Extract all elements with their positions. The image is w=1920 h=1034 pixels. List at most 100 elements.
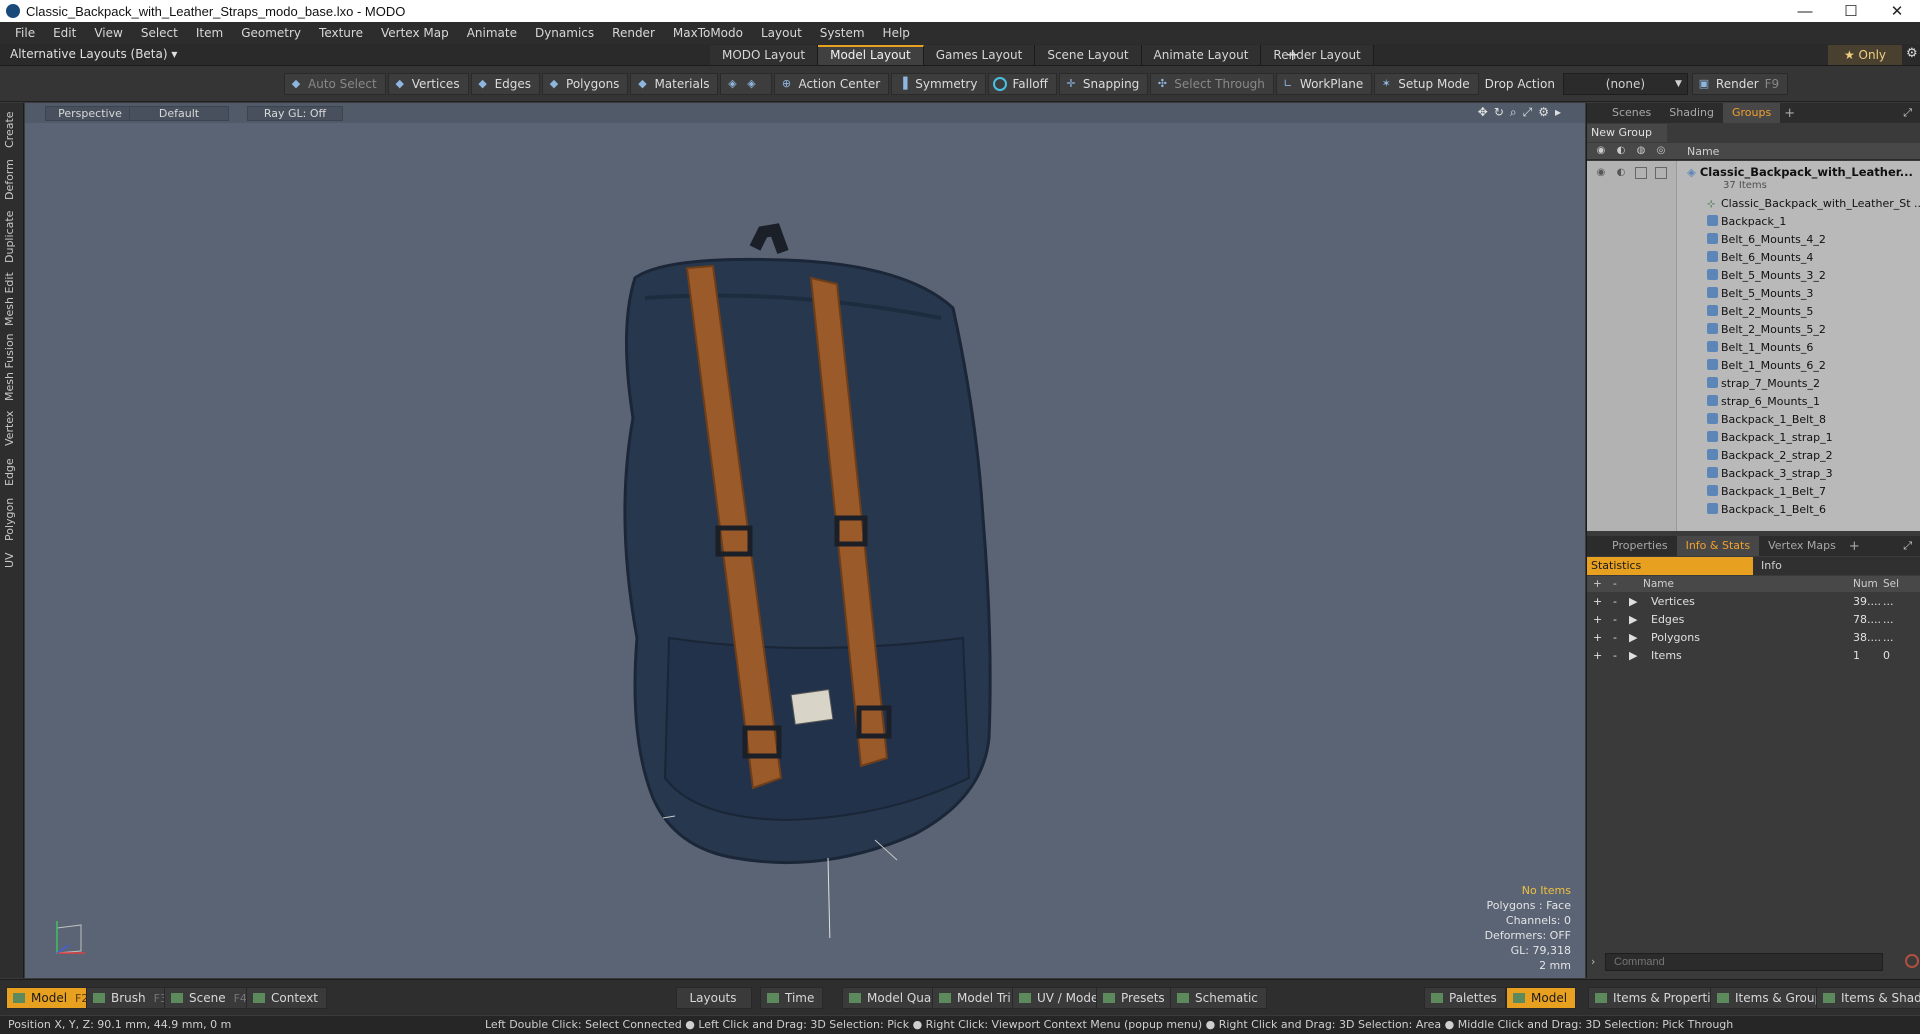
- raygl-toggle[interactable]: Ray GL: Off: [247, 106, 343, 121]
- remove-icon[interactable]: -: [1613, 595, 1617, 608]
- list-item[interactable]: Belt_1_Mounts_6: [1707, 339, 1813, 357]
- tab-games-layout[interactable]: Games Layout: [923, 45, 1036, 65]
- expand-arrow-icon[interactable]: ▶: [1629, 649, 1637, 662]
- remove-icon[interactable]: -: [1613, 649, 1617, 662]
- falloff-button[interactable]: Falloff: [988, 73, 1057, 95]
- 3d-viewport[interactable]: Perspective Default Ray GL: Off ✥↻⌕⤢⚙▸ N…: [25, 103, 1585, 978]
- materials-button[interactable]: ◆ Materials: [630, 73, 719, 95]
- alternative-layouts-dropdown[interactable]: Alternative Layouts (Beta) ▾: [10, 47, 177, 61]
- list-item[interactable]: Belt_1_Mounts_6_2: [1707, 357, 1826, 375]
- remove-icon[interactable]: -: [1613, 631, 1617, 644]
- lock-checkbox[interactable]: [1635, 167, 1647, 179]
- vtab-uv[interactable]: UV: [3, 549, 21, 571]
- tab-vertex-maps[interactable]: Vertex Maps: [1759, 536, 1845, 556]
- action-center-button[interactable]: ⊕ Action Center: [774, 73, 890, 95]
- expand-arrow-icon[interactable]: ▶: [1629, 613, 1637, 626]
- list-item[interactable]: Backpack_1: [1707, 213, 1786, 231]
- menu-geometry[interactable]: Geometry: [232, 26, 310, 40]
- expand-arrow-icon[interactable]: ▶: [1629, 631, 1637, 644]
- vtab-mesh-fusion[interactable]: Mesh Fusion: [3, 333, 21, 401]
- context-mode-button[interactable]: Context: [246, 987, 328, 1009]
- table-row[interactable]: + - ▶ Edges 78.... ...: [1587, 611, 1920, 629]
- vertices-button[interactable]: ◆ Vertices: [387, 73, 469, 95]
- vtab-polygon[interactable]: Polygon: [3, 495, 21, 543]
- add-layout-button[interactable]: +: [1286, 45, 1299, 64]
- view-type-dropdown[interactable]: Perspective: [45, 106, 135, 121]
- tab-scenes[interactable]: Scenes: [1603, 103, 1660, 123]
- menu-vertex-map[interactable]: Vertex Map: [372, 26, 458, 40]
- list-item[interactable]: Belt_5_Mounts_3_2: [1707, 267, 1826, 285]
- brush-mode-button[interactable]: Brush F3: [86, 987, 176, 1009]
- menu-render[interactable]: Render: [603, 26, 664, 40]
- menu-item[interactable]: Item: [187, 26, 232, 40]
- add-icon[interactable]: +: [1593, 595, 1602, 608]
- model-tri-button[interactable]: Model Tri: [932, 987, 1020, 1009]
- items-shading-button[interactable]: Items & Shading: [1816, 987, 1920, 1009]
- subtab-info[interactable]: Info: [1753, 557, 1782, 575]
- tab-shading[interactable]: Shading: [1660, 103, 1723, 123]
- model-layout-button[interactable]: Model: [1506, 987, 1577, 1009]
- add-icon[interactable]: +: [1593, 649, 1602, 662]
- polygons-button[interactable]: ◆ Polygons: [542, 73, 629, 95]
- tab-properties[interactable]: Properties: [1603, 536, 1677, 556]
- workplane-button[interactable]: ∟ WorkPlane: [1275, 73, 1373, 95]
- model-mode-button[interactable]: Model F2: [6, 987, 98, 1009]
- menu-help[interactable]: Help: [874, 26, 919, 40]
- tab-scene-layout[interactable]: Scene Layout: [1035, 45, 1142, 65]
- list-item[interactable]: Belt_6_Mounts_4: [1707, 249, 1813, 267]
- list-item[interactable]: Backpack_3_strap_3: [1707, 465, 1833, 483]
- tab-groups[interactable]: Groups: [1722, 103, 1781, 123]
- menu-edit[interactable]: Edit: [44, 26, 85, 40]
- add-tab-button[interactable]: +: [1849, 539, 1860, 554]
- group-root-item[interactable]: ◈ Classic_Backpack_with_Leather...: [1687, 165, 1913, 179]
- presets-button[interactable]: Presets: [1096, 987, 1174, 1009]
- symmetry-button[interactable]: ▐ Symmetry: [891, 73, 987, 95]
- list-item[interactable]: Belt_5_Mounts_3: [1707, 285, 1813, 303]
- subtab-statistics[interactable]: Statistics: [1587, 557, 1753, 575]
- list-item[interactable]: Backpack_1_strap_1: [1707, 429, 1833, 447]
- list-item[interactable]: Belt_2_Mounts_5: [1707, 303, 1813, 321]
- render-toggle-icon[interactable]: ◐: [1615, 167, 1627, 179]
- close-button[interactable]: ✕: [1874, 2, 1920, 20]
- only-toggle[interactable]: ★ Only: [1828, 45, 1902, 65]
- snapping-button[interactable]: ✛ Snapping: [1058, 73, 1149, 95]
- vtab-create[interactable]: Create: [3, 109, 21, 151]
- command-run-icon[interactable]: [1905, 954, 1919, 968]
- tab-info-stats[interactable]: Info & Stats: [1676, 536, 1760, 556]
- menu-animate[interactable]: Animate: [458, 26, 526, 40]
- tab-model-layout[interactable]: Model Layout: [818, 45, 924, 65]
- schematic-button[interactable]: Schematic: [1170, 987, 1267, 1009]
- select-through-button[interactable]: ✣ Select Through: [1150, 73, 1274, 95]
- tab-render-layout[interactable]: Render Layout: [1261, 45, 1374, 65]
- time-button[interactable]: Time: [760, 987, 824, 1009]
- menu-layout[interactable]: Layout: [752, 26, 811, 40]
- expand-arrow-icon[interactable]: ▶: [1629, 595, 1637, 608]
- list-item[interactable]: Backpack_1_Belt_6: [1707, 501, 1826, 519]
- layouts-button[interactable]: Layouts: [676, 987, 752, 1009]
- list-item[interactable]: Belt_2_Mounts_5_2: [1707, 321, 1826, 339]
- minimize-button[interactable]: —: [1782, 3, 1828, 20]
- command-history-arrow[interactable]: ›: [1591, 955, 1595, 968]
- add-icon[interactable]: +: [1593, 631, 1602, 644]
- list-item[interactable]: Backpack_1_Belt_8: [1707, 411, 1826, 429]
- list-item[interactable]: Backpack_1_Belt_7: [1707, 483, 1826, 501]
- expand-icon[interactable]: ⤢: [1903, 106, 1912, 120]
- eye-icon[interactable]: ◉: [1595, 167, 1607, 179]
- menu-view[interactable]: View: [85, 26, 131, 40]
- list-item[interactable]: ⊹ Classic_Backpack_with_Leather_St ...: [1707, 195, 1920, 213]
- auto-select-button[interactable]: ◆ Auto Select: [284, 73, 386, 95]
- vtab-mesh-edit[interactable]: Mesh Edit: [3, 271, 21, 327]
- menu-file[interactable]: File: [6, 26, 44, 40]
- expand-icon[interactable]: ⤢: [1903, 539, 1912, 553]
- table-row[interactable]: + - ▶ Vertices 39.... ...: [1587, 593, 1920, 611]
- shading-style-dropdown[interactable]: Default: [129, 106, 229, 121]
- vtab-edge[interactable]: Edge: [3, 455, 21, 489]
- viewport-nav-icons[interactable]: ✥↻⌕⤢⚙▸: [1478, 105, 1567, 120]
- list-item[interactable]: Belt_6_Mounts_4_2: [1707, 231, 1826, 249]
- menu-dynamics[interactable]: Dynamics: [526, 26, 603, 40]
- drop-action-dropdown[interactable]: (none) ▼: [1562, 73, 1688, 95]
- add-icon[interactable]: +: [1593, 613, 1602, 626]
- menu-select[interactable]: Select: [132, 26, 187, 40]
- vtab-vertex[interactable]: Vertex: [3, 407, 21, 449]
- table-row[interactable]: + - ▶ Polygons 38.... ...: [1587, 629, 1920, 647]
